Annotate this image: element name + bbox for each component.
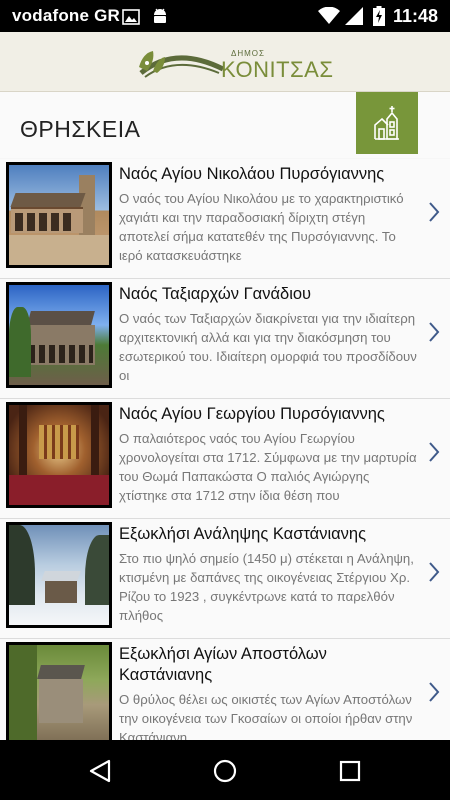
bridge-logo-icon [139, 50, 225, 78]
list-item[interactable]: Εξωκλήσι Αγίων Αποστόλων Καστάνιανης Ο θ… [0, 639, 450, 740]
church-icon [374, 106, 399, 140]
item-title: Ναός Αγίου Γεωργίου Πυρσόγιαννης [119, 405, 385, 423]
chevron-right-icon[interactable] [424, 439, 444, 465]
signal-icon [345, 7, 363, 25]
list-item[interactable]: Ναός Αγίου Γεωργίου Πυρσόγιαννης Ο παλαι… [0, 399, 450, 519]
logo-title: ΚΟΝΙΤΣΑΣ [221, 56, 334, 82]
recents-icon[interactable] [337, 758, 363, 784]
chevron-right-icon[interactable] [424, 319, 444, 345]
android-icon [154, 8, 166, 23]
item-description: Ο ναός των Ταξιαρχών διακρίνεται για την… [119, 311, 417, 383]
item-thumbnail [6, 522, 112, 628]
page-header: ΘΡΗΣΚΕΙΑ [0, 92, 450, 158]
page-title: ΘΡΗΣΚΕΙΑ [20, 116, 141, 142]
item-description: Ο ναός του Αγίου Νικολάου με το χαρακτηρ… [119, 191, 404, 263]
municipality-logo[interactable]: ΔΗΜΟΣ ΚΟΝΙΤΣΑΣ [135, 39, 333, 85]
back-icon[interactable] [87, 758, 113, 784]
clock: 11:48 [392, 6, 438, 26]
item-title: Εξωκλήσι Αγίων Αποστόλων Καστάνιανης [119, 645, 327, 684]
status-bar: vodafone GR 11:48 [0, 0, 450, 32]
item-thumbnail [6, 402, 112, 508]
religion-list: Ναός Αγίου Νικολάου Πυρσόγιαννης Ο ναός … [0, 159, 450, 740]
system-navigation-bar [0, 740, 450, 800]
item-title: Ναός Αγίου Νικολάου Πυρσόγιαννης [119, 165, 385, 183]
item-description: Ο παλαιότερος ναός του Αγίου Γεωργίου χρ… [119, 431, 417, 503]
image-icon [122, 9, 140, 25]
chevron-right-icon[interactable] [424, 199, 444, 225]
item-description: Ο θρύλος θέλει ως οικιστές των Αγίων Απο… [119, 692, 413, 740]
item-title: Εξωκλήσι Ανάληψης Καστάνιανης [119, 525, 367, 543]
item-description: Στο πιο ψηλό σημείο (1450 μ) στέκεται η … [119, 551, 414, 623]
item-thumbnail [6, 282, 112, 388]
home-icon[interactable] [212, 758, 238, 784]
list-item[interactable]: Εξωκλήσι Ανάληψης Καστάνιανης Στο πιο ψη… [0, 519, 450, 639]
category-badge [356, 92, 418, 154]
wifi-icon [318, 7, 340, 24]
battery-charging-icon [373, 6, 385, 26]
carrier-name: vodafone GR [12, 6, 120, 25]
item-title: Ναός Ταξιαρχών Γανάδιου [119, 285, 312, 303]
content-area[interactable]: ΘΡΗΣΚΕΙΑ Ναός Αγίου Νικολάου Πυρσόγιαννη… [0, 92, 450, 740]
list-item[interactable]: Ναός Ταξιαρχών Γανάδιου Ο ναός των Ταξια… [0, 279, 450, 399]
app-bar: ΔΗΜΟΣ ΚΟΝΙΤΣΑΣ [0, 32, 450, 92]
chevron-right-icon[interactable] [424, 679, 444, 705]
list-item[interactable]: Ναός Αγίου Νικολάου Πυρσόγιαννης Ο ναός … [0, 159, 450, 279]
chevron-right-icon[interactable] [424, 559, 444, 585]
item-thumbnail [6, 162, 112, 268]
item-thumbnail [6, 642, 112, 740]
